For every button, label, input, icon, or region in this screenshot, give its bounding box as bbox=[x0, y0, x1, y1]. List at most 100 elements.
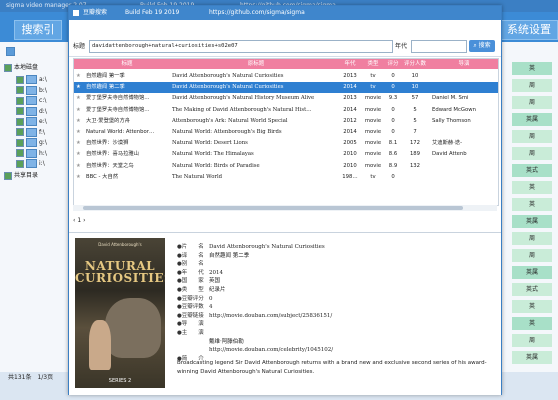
search-button[interactable]: ⌕ 搜索 bbox=[469, 40, 495, 52]
checkbox-icon[interactable] bbox=[4, 171, 12, 180]
table-cell: 9.3 bbox=[388, 95, 398, 102]
table-cell: David Attenborough's Natural Curiosities bbox=[172, 84, 284, 91]
page-number[interactable]: 1 bbox=[77, 217, 81, 224]
table-cell: 2010 bbox=[343, 151, 357, 158]
dialog-titlebar[interactable]: 豆瓣搜索 Build Feb 19 2019 https://github.co… bbox=[69, 6, 501, 20]
checkbox-icon[interactable] bbox=[16, 159, 24, 168]
year-label: 年代 bbox=[395, 43, 408, 50]
table-cell: 198… bbox=[342, 173, 358, 180]
table-cell: 132 bbox=[409, 162, 421, 169]
column-header[interactable]: 导演 bbox=[432, 59, 496, 69]
folder-icon bbox=[26, 127, 37, 137]
tree-item-drive[interactable]: c:\ bbox=[16, 95, 46, 106]
synopsis: Broadcasting legend Sir David Attenborou… bbox=[177, 360, 487, 375]
year-input[interactable] bbox=[411, 40, 467, 53]
director-cell: 英 bbox=[512, 198, 552, 211]
table-cell: 57 bbox=[411, 95, 419, 102]
table-row[interactable]: ★ 自然趣闻 第一季 David Attenborough's Natural Cu… bbox=[74, 71, 498, 82]
next-page-icon[interactable]: › bbox=[83, 217, 85, 224]
director-cell: 英 bbox=[512, 62, 552, 75]
tree-root[interactable]: 本地磁盘 bbox=[4, 62, 38, 73]
table-cell: 8.6 bbox=[388, 151, 398, 158]
column-header[interactable]: 原标题 bbox=[172, 59, 340, 69]
star-icon[interactable]: ★ bbox=[76, 116, 84, 127]
status-text: 共131条 1/3页 bbox=[8, 374, 54, 381]
table-cell: Daniel M. Smi bbox=[432, 95, 469, 102]
checkbox-icon[interactable] bbox=[16, 86, 24, 94]
table-cell: movie bbox=[364, 117, 382, 124]
title-label: 标题 bbox=[73, 43, 86, 50]
table-row[interactable]: ★ BBC - 大自然 The Natural World 198… tv 0 bbox=[74, 172, 498, 183]
star-icon[interactable]: ★ bbox=[76, 149, 84, 160]
director-cell: 英 bbox=[512, 300, 552, 313]
table-cell: tv bbox=[370, 173, 376, 180]
column-header[interactable]: 评分人数 bbox=[402, 59, 428, 69]
tree-toolbar-icon[interactable] bbox=[6, 46, 17, 57]
checkbox-icon[interactable] bbox=[16, 107, 24, 115]
star-icon[interactable]: ★ bbox=[76, 172, 84, 183]
table-row[interactable]: ★ 爱丁堡罗夫寺自然博物馆… David Attenborough's Natura… bbox=[74, 93, 498, 104]
pager: ‹ 1 › bbox=[73, 215, 133, 226]
table-row[interactable]: ★ 自然世界：沙漠狮 Natural World: Desert Lions 2005… bbox=[74, 138, 498, 149]
star-icon[interactable]: ★ bbox=[76, 82, 84, 93]
table-cell: 2014 bbox=[343, 106, 357, 113]
table-row[interactable]: ★ 大卫·爱登堡的方舟 Attenborough's Ark: Natural Wo… bbox=[74, 116, 498, 127]
star-icon[interactable]: ★ bbox=[76, 138, 84, 149]
results-table: 标题 原标题 年代 类型 评分 评分人数 导演 ★ 自然趣闻 第一季 David Attenbo… bbox=[73, 58, 499, 206]
tree-item-drive[interactable]: g:\ bbox=[16, 137, 47, 148]
column-header[interactable]: 评分 bbox=[386, 59, 400, 69]
tab-settings[interactable]: 系统设置 bbox=[500, 20, 558, 40]
tree-item-drive[interactable]: e:\ bbox=[16, 116, 47, 127]
tree-item-drive[interactable]: h:\ bbox=[16, 148, 47, 159]
title-input[interactable]: davidattenborough+natural+curiosities+s0… bbox=[89, 40, 393, 53]
checkbox-icon[interactable] bbox=[16, 117, 24, 126]
tree-item-drive[interactable]: f:\ bbox=[16, 127, 45, 138]
tree-item-drive[interactable]: b:\ bbox=[16, 85, 47, 96]
checkbox-icon[interactable] bbox=[16, 149, 24, 157]
director-cell: 英属 bbox=[512, 351, 552, 364]
folder-icon bbox=[26, 117, 37, 126]
folder-tree-panel: 本地磁盘 a:\ b:\ c:\ d:\ e:\ f:\ g:\ h:\ i:\ 共享目录 bbox=[0, 42, 71, 372]
table-cell: 2014 bbox=[343, 84, 357, 91]
checkbox-icon[interactable] bbox=[16, 128, 24, 136]
tree-shared[interactable]: 共享目录 bbox=[4, 170, 38, 181]
table-cell: Attenborough's Ark: Natural World Specia… bbox=[172, 117, 288, 124]
star-icon[interactable]: ★ bbox=[76, 93, 84, 104]
table-row[interactable]: ★ 自然趣闻 第二季 David Attenborough's Natural Cu… bbox=[74, 82, 498, 94]
checkbox-icon[interactable] bbox=[16, 75, 24, 84]
poster-subtitle: David Attenborough's bbox=[98, 242, 142, 247]
column-header[interactable]: 类型 bbox=[362, 59, 384, 69]
column-header[interactable]: 年代 bbox=[342, 59, 358, 69]
star-icon[interactable]: ★ bbox=[76, 127, 84, 138]
star-icon[interactable]: ★ bbox=[76, 105, 84, 116]
director-cell: 周 bbox=[512, 79, 552, 92]
checkbox-icon[interactable] bbox=[16, 138, 24, 147]
table-cell: 艾迪斯赫·迭- bbox=[432, 140, 463, 147]
tree-item-drive[interactable]: d:\ bbox=[16, 106, 47, 117]
tree-item-drive[interactable]: i:\ bbox=[16, 158, 45, 169]
scroll-thumb[interactable] bbox=[83, 206, 463, 210]
column-header[interactable]: 标题 bbox=[86, 59, 168, 69]
table-row[interactable]: ★ Natural World: Attenbor… Natural World: … bbox=[74, 127, 498, 138]
director-cell: 周 bbox=[512, 96, 552, 109]
table-row[interactable]: ★ 自然世界：喜马拉雅山 Natural World: The Himalayas 2… bbox=[74, 149, 498, 160]
director-cell: 周 bbox=[512, 334, 552, 347]
tab-search[interactable]: 搜索引 bbox=[14, 20, 62, 40]
horizontal-scrollbar[interactable] bbox=[73, 205, 497, 211]
checkbox-icon[interactable] bbox=[4, 63, 12, 72]
table-cell: 2010 bbox=[343, 162, 357, 169]
star-icon[interactable]: ★ bbox=[76, 71, 84, 82]
table-cell: Sally Thomson bbox=[432, 117, 471, 124]
table-row[interactable]: ★ 爱丁堡罗夫寺自然博物馆… The Making of David Attenbo… bbox=[74, 105, 498, 116]
table-row[interactable]: ★ 自然世界：天堂之鸟 Natural World: Birds of Paradi… bbox=[74, 161, 498, 172]
star-icon[interactable]: ★ bbox=[76, 161, 84, 172]
dialog-url: https://github.com/sigma/sigma bbox=[209, 9, 305, 16]
director-cell: 英 bbox=[512, 181, 552, 194]
checkbox-icon[interactable] bbox=[16, 96, 24, 105]
table-cell: BBC - 大自然 bbox=[86, 173, 119, 180]
tree-item-drive[interactable]: a:\ bbox=[16, 74, 47, 85]
table-cell: 8.9 bbox=[388, 162, 398, 169]
folder-icon bbox=[26, 106, 37, 116]
table-cell: movie bbox=[364, 162, 382, 169]
folder-icon bbox=[26, 148, 37, 158]
